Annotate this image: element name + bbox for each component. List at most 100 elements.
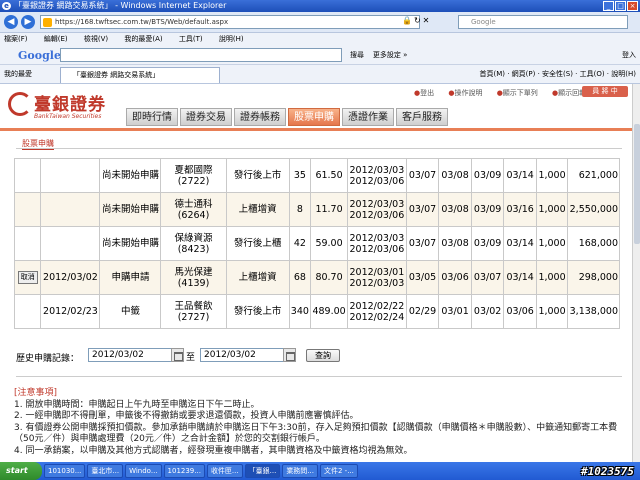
stock-name: 保綠資源	[174, 232, 213, 244]
table-row: 2012/02/23 中籤 王品餐飲 (2727) 發行後上市 340 489.00 2012…	[13, 294, 621, 329]
back-icon[interactable]: ◀	[4, 15, 18, 29]
ie-icon: e	[2, 2, 11, 10]
cell-date	[40, 226, 101, 261]
refresh-icon[interactable]: ↻	[414, 16, 421, 25]
url-input[interactable]: https://168.twftsec.com.tw/BTS/Web/defau…	[40, 15, 420, 29]
search-input[interactable]: Google	[458, 15, 628, 29]
url-actions: 🔒 ↻ ✕	[402, 16, 429, 25]
period-start: 2012/03/03	[349, 164, 405, 176]
nav-quotes[interactable]: 即時行情	[126, 108, 178, 126]
period-end: 2012/02/24	[349, 311, 405, 323]
notes-section: [注意事項] 1. 開放申購時間：申購起日上午九時至申購迄日下午二時止。 2. …	[14, 388, 620, 457]
start-button[interactable]: start	[0, 462, 42, 480]
period-start: 2012/03/01	[349, 266, 405, 278]
cell-date	[40, 158, 101, 193]
command-bar[interactable]: 首頁(M) · 網頁(P) · 安全性(S) · 工具(O) · 說明(H)	[480, 69, 637, 79]
menu-tools[interactable]: 工具(T)	[179, 35, 203, 43]
logout-link[interactable]: ●登出	[414, 89, 440, 97]
forward-icon[interactable]: ▶	[21, 15, 35, 29]
favorites-bar: 我的最愛 「臺銀證券 網路交易系統」 首頁(M) · 網頁(P) · 安全性(S…	[0, 65, 640, 84]
taskbar-item[interactable]: 文件2 -...	[320, 464, 358, 478]
cell-name: 夏都國際 (2722)	[160, 158, 227, 193]
cell-amount: 168,000	[566, 226, 621, 261]
cell-lots: 42	[288, 226, 312, 261]
browser-tab[interactable]: 「臺銀證券 網路交易系統」	[60, 67, 220, 83]
history-query: 歷史申購記錄： 2012/03/02 至 2012/03/02 查詢	[16, 348, 616, 364]
cell-name: 王品餐飲 (2727)	[160, 294, 227, 329]
taskbar-item[interactable]: 「臺銀...	[244, 464, 281, 478]
notes-item: 4. 同一承銷案，以申購及其他方式認購者，經發現重複申購者，其申購資格及中籤資格…	[14, 445, 413, 456]
cell-date1: 03/05	[405, 260, 440, 295]
cell-price: 11.70	[310, 192, 348, 227]
cell-date2: 03/08	[438, 158, 472, 193]
menu-file[interactable]: 檔案(F)	[4, 35, 28, 43]
menu-help[interactable]: 說明(H)	[219, 35, 244, 43]
cell-date2: 03/06	[438, 260, 472, 295]
cell-action: 取消	[13, 260, 42, 295]
cell-date1: 03/07	[405, 158, 440, 193]
calendar-icon[interactable]	[283, 348, 296, 362]
taskbar-item[interactable]: 收件匣...	[206, 464, 243, 478]
site-logo[interactable]: 臺銀證券 BankTaiwan Securities	[8, 90, 122, 124]
minimize-button[interactable]: _	[603, 1, 614, 11]
period-start: 2012/02/22	[349, 300, 405, 312]
stop-icon[interactable]: ✕	[423, 16, 430, 25]
cell-date1: 03/07	[405, 192, 440, 227]
cell-period: 2012/02/22 2012/02/24	[347, 294, 407, 329]
stock-name: 王品餐飲	[174, 300, 213, 312]
google-search-button[interactable]: 搜尋	[350, 51, 364, 59]
taskbar-item[interactable]: 101239...	[163, 464, 205, 478]
cell-status: 尚未開始申購	[99, 158, 162, 193]
close-button[interactable]: ×	[627, 1, 638, 11]
google-search-input[interactable]	[60, 48, 342, 62]
cancel-button[interactable]: 取消	[17, 271, 38, 284]
google-toolbar: Google 搜尋 更多設定 » 登入	[0, 45, 640, 65]
stock-code: (2727)	[177, 311, 210, 323]
top-links: ●登出 ●操作說明 ●顯示下單列 ●顯示回報	[414, 88, 598, 98]
history-label: 歷史申購記錄：	[16, 354, 80, 364]
period-end: 2012/03/06	[349, 243, 405, 255]
nav-account[interactable]: 證券帳務	[234, 108, 286, 126]
nav-certificate[interactable]: 憑證作業	[342, 108, 394, 126]
web-page: 臺銀證券 BankTaiwan Securities ●登出 ●操作說明 ●顯示…	[0, 84, 632, 462]
menu-edit[interactable]: 編輯(E)	[44, 35, 68, 43]
stock-code: (2722)	[177, 175, 210, 187]
employee-badge: 員 將 中	[582, 86, 628, 97]
cell-action	[13, 192, 42, 227]
ipo-table: 尚未開始申購 夏都國際 (2722) 發行後上市 35 61.50 2012/03/03 20…	[13, 158, 621, 329]
google-toolbar-items: 搜尋 更多設定 »	[350, 50, 407, 60]
cell-action	[13, 158, 42, 193]
help-link[interactable]: ●操作說明	[448, 89, 488, 97]
maximize-button[interactable]: □	[615, 1, 626, 11]
cell-period: 2012/03/03 2012/03/06	[347, 226, 407, 261]
cell-date3: 03/02	[470, 294, 505, 329]
google-login[interactable]: 登入	[622, 50, 636, 60]
page-scrollbar[interactable]	[632, 84, 640, 462]
taskbar-item[interactable]: 101030...	[44, 464, 86, 478]
window-title: 「臺銀證券 網路交易系統」 - Windows Internet Explore…	[14, 1, 227, 10]
menu-favorites[interactable]: 我的最愛(A)	[124, 35, 162, 43]
nav-trading[interactable]: 證券交易	[180, 108, 232, 126]
calendar-icon[interactable]	[171, 348, 184, 362]
favorites-button[interactable]: 我的最愛	[4, 69, 32, 79]
cell-date1: 03/07	[405, 226, 440, 261]
scrollbar-thumb[interactable]	[634, 124, 640, 244]
history-from-input[interactable]: 2012/03/02	[88, 348, 184, 362]
cell-date3: 03/09	[470, 226, 505, 261]
taskbar-item[interactable]: 業務問...	[282, 464, 318, 478]
nav-customer-service[interactable]: 客戶服務	[396, 108, 448, 126]
show-order-bar-link[interactable]: ●顯示下單列	[497, 89, 544, 97]
window-titlebar: e 「臺銀證券 網路交易系統」 - Windows Internet Explo…	[0, 0, 640, 12]
history-to-sep: 至	[186, 353, 196, 363]
google-more-button[interactable]: 更多設定 »	[373, 51, 408, 59]
period-start: 2012/03/03	[349, 232, 405, 244]
taskbar-item[interactable]: 臺北市...	[87, 464, 124, 478]
query-button[interactable]: 查詢	[306, 349, 340, 362]
taskbar-item[interactable]: Windo...	[125, 464, 162, 478]
history-to-input[interactable]: 2012/03/02	[200, 348, 296, 362]
menu-view[interactable]: 檢視(V)	[84, 35, 108, 43]
lock-icon[interactable]: 🔒	[402, 16, 412, 25]
nav-ipo-subscription[interactable]: 股票申購	[288, 108, 340, 126]
cell-date2: 03/01	[438, 294, 472, 329]
cell-type: 上櫃增資	[225, 192, 290, 227]
